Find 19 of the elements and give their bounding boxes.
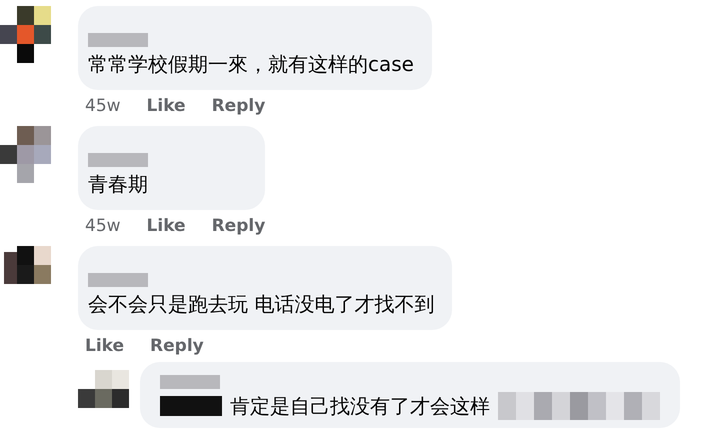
comment-time: 45w (85, 96, 121, 116)
comment-time: 45w (85, 216, 121, 236)
comment-text: 肯定是自己找没有了才会这样 (230, 393, 490, 420)
like-link[interactable]: Like (146, 96, 186, 116)
avatar-icon[interactable] (0, 126, 51, 183)
redacted-name (88, 273, 148, 287)
like-link[interactable]: Like (146, 216, 186, 236)
comment-text: 青春期 (88, 171, 148, 198)
reply-link[interactable]: Reply (212, 216, 266, 236)
comment-text: 常常学校假期一來，就有这样的case (88, 51, 414, 78)
reply-link[interactable]: Reply (212, 96, 266, 116)
redacted-name (160, 375, 220, 389)
reply-link[interactable]: Reply (150, 336, 204, 356)
comment-text: 会不会只是跑去玩 电话没电了才找不到 (88, 291, 434, 318)
like-link[interactable]: Like (85, 336, 124, 356)
redacted-name (88, 33, 148, 47)
avatar-icon[interactable] (0, 6, 51, 63)
redacted-name (88, 153, 148, 167)
redaction-bar (160, 396, 222, 416)
